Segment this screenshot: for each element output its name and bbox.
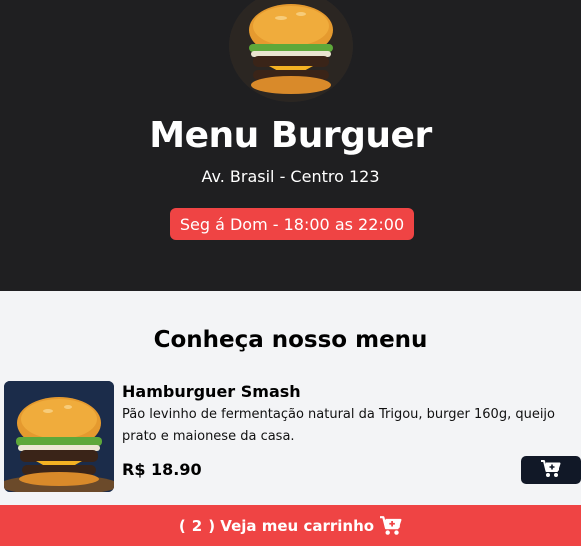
restaurant-title: Menu Burguer [149, 115, 432, 156]
view-cart-label: ) Veja meu carrinho [208, 516, 375, 535]
product-price: R$ 18.90 [122, 460, 202, 479]
restaurant-address: Av. Brasil - Centro 123 [201, 167, 380, 186]
cart-plus-icon [541, 459, 561, 481]
menu-item: Hamburguer Smash Pão levinho de fermenta… [0, 380, 581, 495]
cart-open-paren: ( [178, 516, 186, 535]
cart-count: 2 [191, 516, 203, 535]
menu-heading: Conheça nosso menu [153, 327, 428, 353]
opening-hours-badge: Seg á Dom - 18:00 as 22:00 [170, 208, 414, 240]
hero-header: Menu Burguer Av. Brasil - Centro 123 Seg… [0, 0, 581, 291]
restaurant-logo [229, 0, 353, 102]
add-to-cart-button[interactable] [521, 456, 581, 484]
view-cart-button[interactable]: ( 2 ) Veja meu carrinho [0, 505, 581, 546]
product-image [4, 381, 114, 492]
product-description: Pão levinho de fermentação natural da Tr… [122, 407, 555, 444]
cart-plus-icon [380, 515, 402, 536]
product-name: Hamburguer Smash [122, 382, 301, 401]
